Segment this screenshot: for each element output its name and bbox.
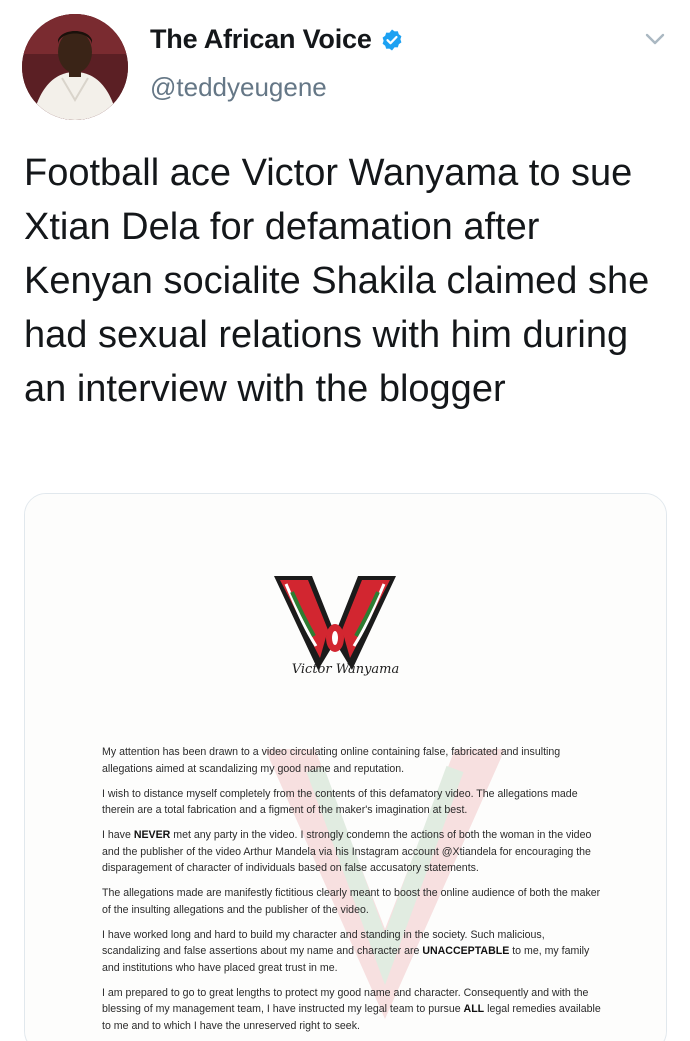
avatar[interactable] xyxy=(22,14,128,120)
logo-caption: Victor Wanyama xyxy=(291,662,400,677)
statement-paragraph: I have worked long and hard to build my … xyxy=(102,928,590,974)
tweet-text: Football ace Victor Wanyama to sue Xtian… xyxy=(24,152,660,410)
chevron-down-icon[interactable] xyxy=(644,28,666,50)
statement-text: My attention has been drawn to a video c… xyxy=(102,744,602,1041)
statement-paragraph: I have NEVER met any party in the video.… xyxy=(102,829,592,874)
statement-paragraph: The allegations made are manifestly fict… xyxy=(102,887,601,916)
tweet: The African Voice @teddyeugene Football … xyxy=(0,0,690,1041)
author-handle[interactable]: @teddyeugene xyxy=(150,72,327,103)
author-name-row: The African Voice xyxy=(150,24,404,55)
statement-document: Victor Wanyama My attention has been dra… xyxy=(25,494,666,1041)
statement-paragraph: I am prepared to go to great lengths to … xyxy=(102,986,601,1032)
media-card[interactable]: Victor Wanyama My attention has been dra… xyxy=(24,493,667,1041)
author-display-name[interactable]: The African Voice xyxy=(150,24,372,55)
statement-paragraph: My attention has been drawn to a video c… xyxy=(102,746,561,775)
statement-paragraph: I wish to distance myself completely fro… xyxy=(102,787,578,817)
victor-wanyama-logo xyxy=(274,576,396,670)
verified-badge-icon xyxy=(380,28,404,52)
